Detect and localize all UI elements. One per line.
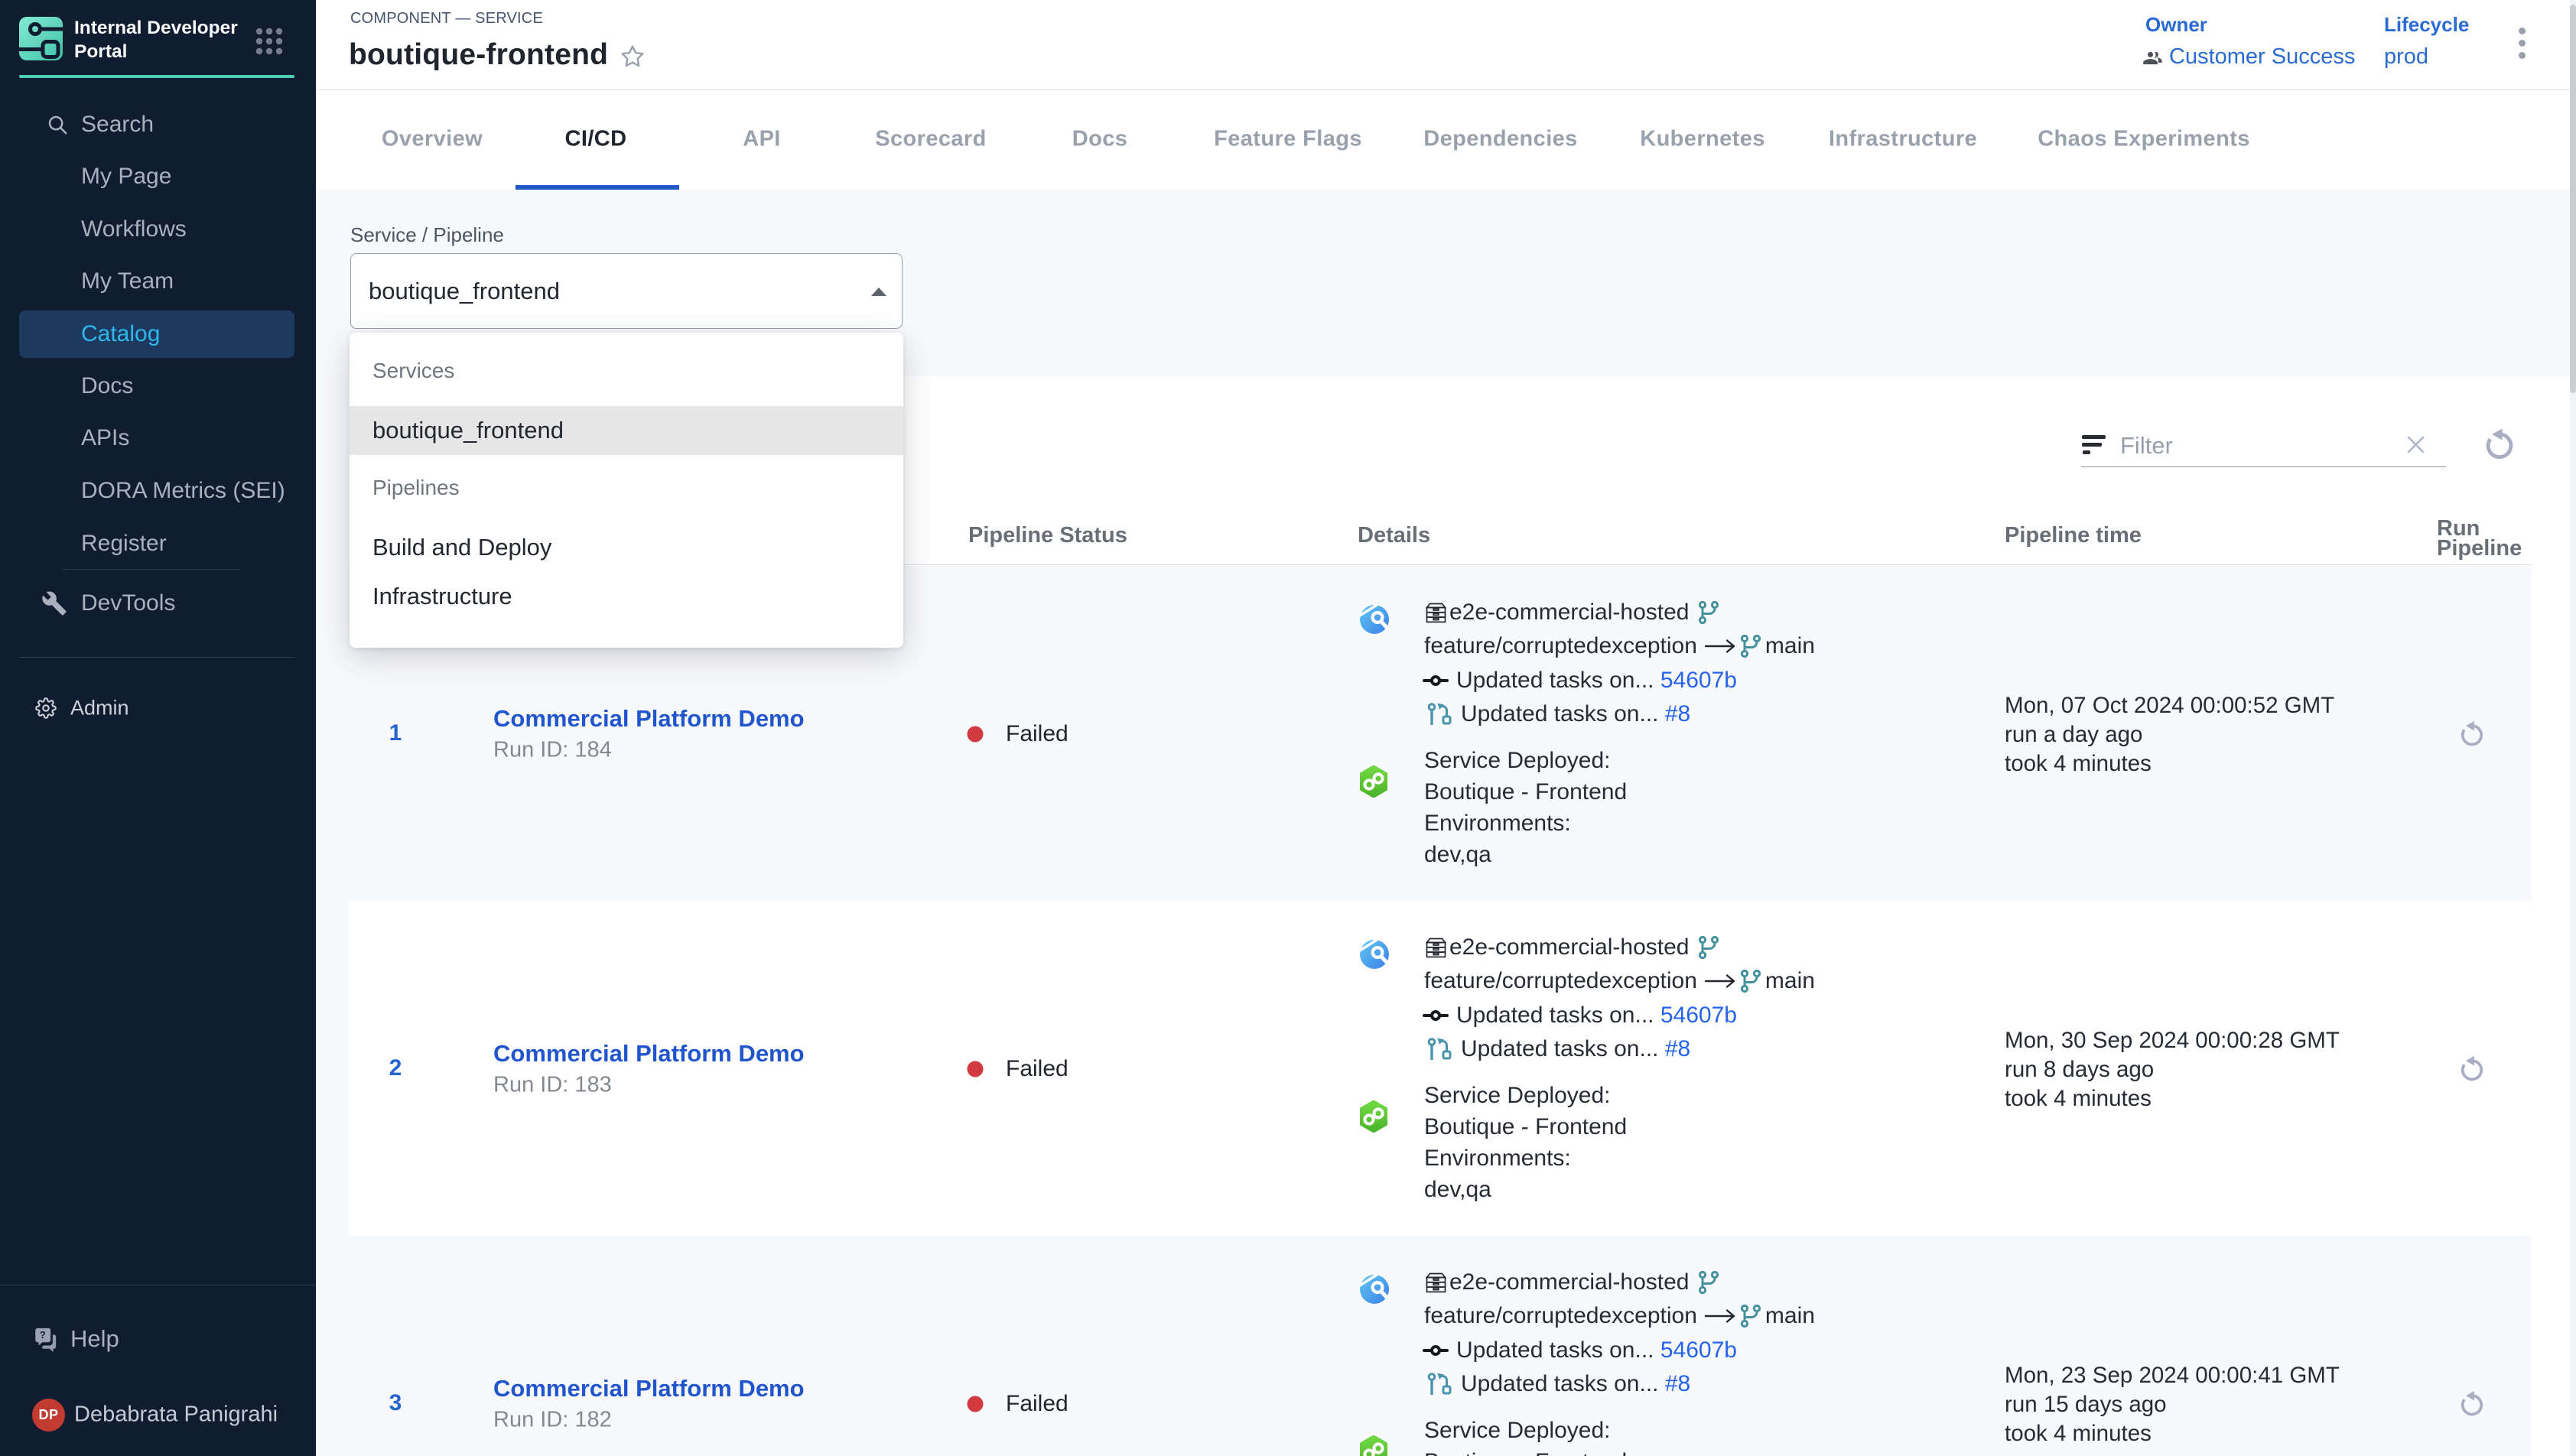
svg-text:?: ? xyxy=(40,1329,46,1341)
